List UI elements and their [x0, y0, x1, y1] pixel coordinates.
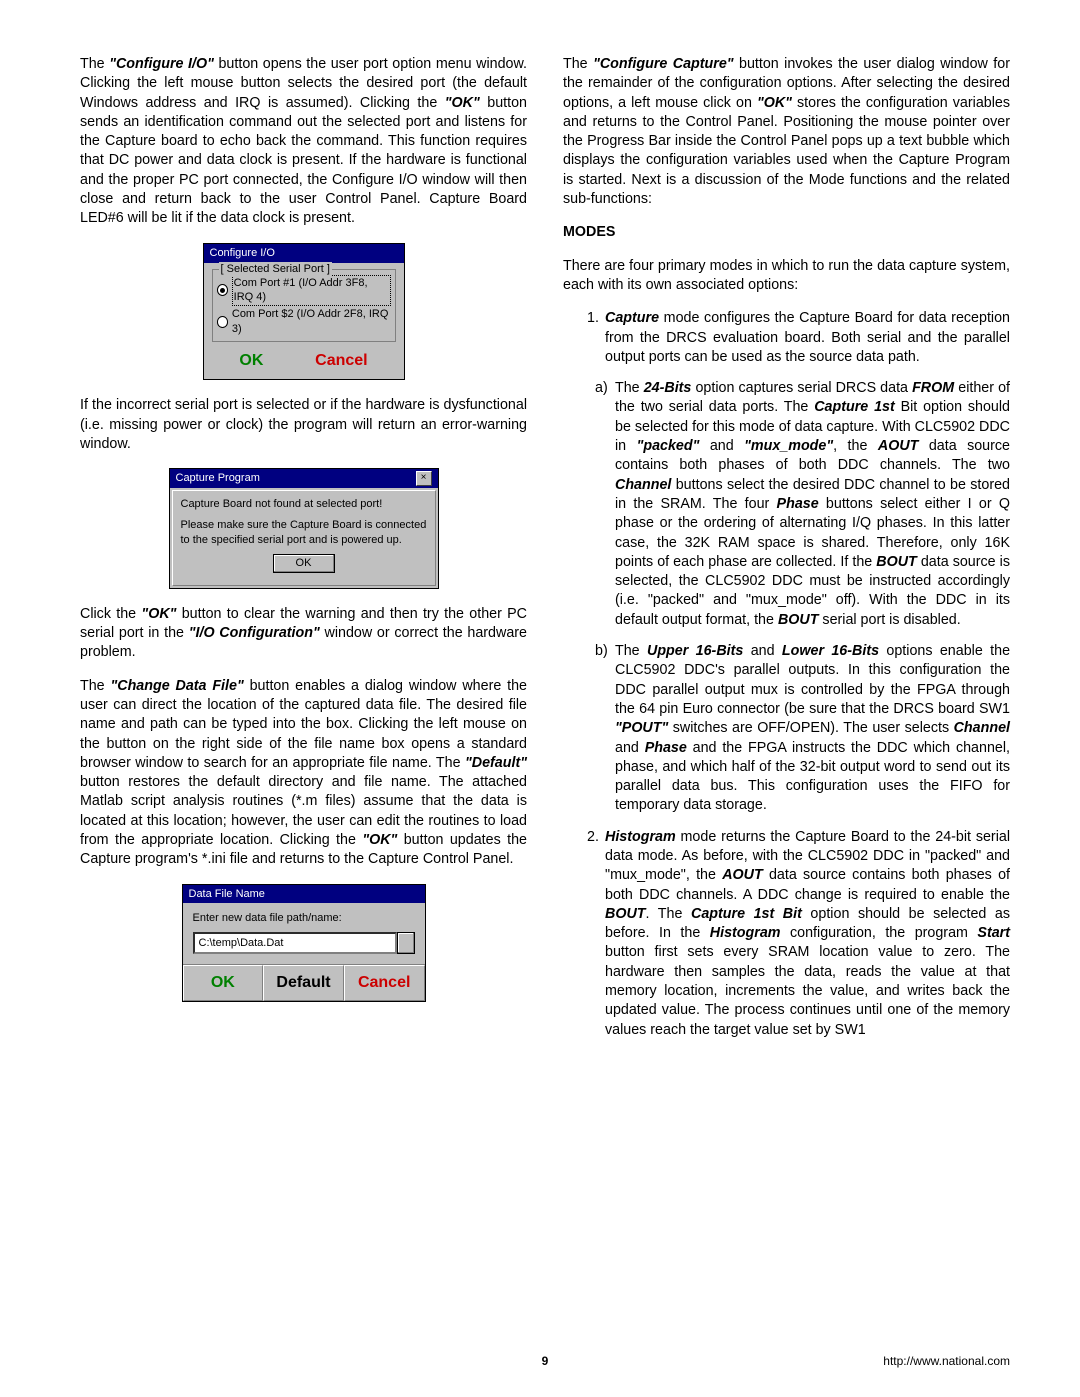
modes-intro: There are four primary modes in which to… [563, 257, 1010, 296]
data-file-name-dialog: Data File Name Enter new data file path/… [182, 884, 426, 1002]
radio-icon [217, 316, 228, 328]
ok-button[interactable]: OK [239, 350, 263, 372]
radio-com1[interactable]: Com Port #1 (I/O Addr 3F8, IRQ 4) [217, 275, 391, 307]
close-icon[interactable]: × [416, 471, 432, 486]
cancel-button[interactable]: Cancel [315, 350, 367, 372]
capture-program-error-dialog: Capture Program × Capture Board not foun… [169, 468, 439, 588]
dialog-title: Data File Name [183, 885, 425, 904]
ok-button[interactable]: OK [211, 974, 235, 991]
cancel-button[interactable]: Cancel [358, 974, 410, 991]
right-para-1: The "Configure Capture" button invokes t… [563, 55, 1010, 209]
mode-2-histogram: 2. Histogram mode returns the Capture Bo… [587, 828, 1010, 1040]
path-input[interactable]: C:\temp\Data.Dat [193, 932, 397, 954]
group-legend: [ Selected Serial Port ] [219, 262, 332, 277]
mode-1-capture: 1. Capture mode configures the Capture B… [587, 309, 1010, 367]
mode-1a: a) The 24-Bits option captures serial DR… [595, 379, 1010, 630]
left-para-1: The "Configure I/O" button opens the use… [80, 55, 527, 229]
left-para-3: Click the "OK" button to clear the warni… [80, 605, 527, 663]
configure-io-dialog: Configure I/O [ Selected Serial Port ] C… [203, 243, 405, 381]
radio-icon [217, 284, 228, 296]
radio-com2[interactable]: Com Port $2 (I/O Addr 2F8, IRQ 3) [217, 307, 391, 337]
error-line-2: Please make sure the Capture Board is co… [181, 518, 427, 548]
error-line-1: Capture Board not found at selected port… [181, 497, 427, 512]
left-para-2: If the incorrect serial port is selected… [80, 396, 527, 454]
page-number: 9 [542, 1353, 549, 1369]
ok-button[interactable]: OK [273, 554, 335, 573]
browse-button[interactable] [397, 932, 415, 954]
dialog-title: Configure I/O [204, 244, 404, 263]
footer-url: http://www.national.com [883, 1353, 1010, 1369]
modes-heading: MODES [563, 223, 1010, 242]
dialog-title: Capture Program [176, 471, 260, 486]
mode-1b: b) The Upper 16-Bits and Lower 16-Bits o… [595, 642, 1010, 816]
default-button[interactable]: Default [276, 974, 330, 991]
left-para-4: The "Change Data File" button enables a … [80, 677, 527, 870]
path-label: Enter new data file path/name: [193, 911, 415, 926]
